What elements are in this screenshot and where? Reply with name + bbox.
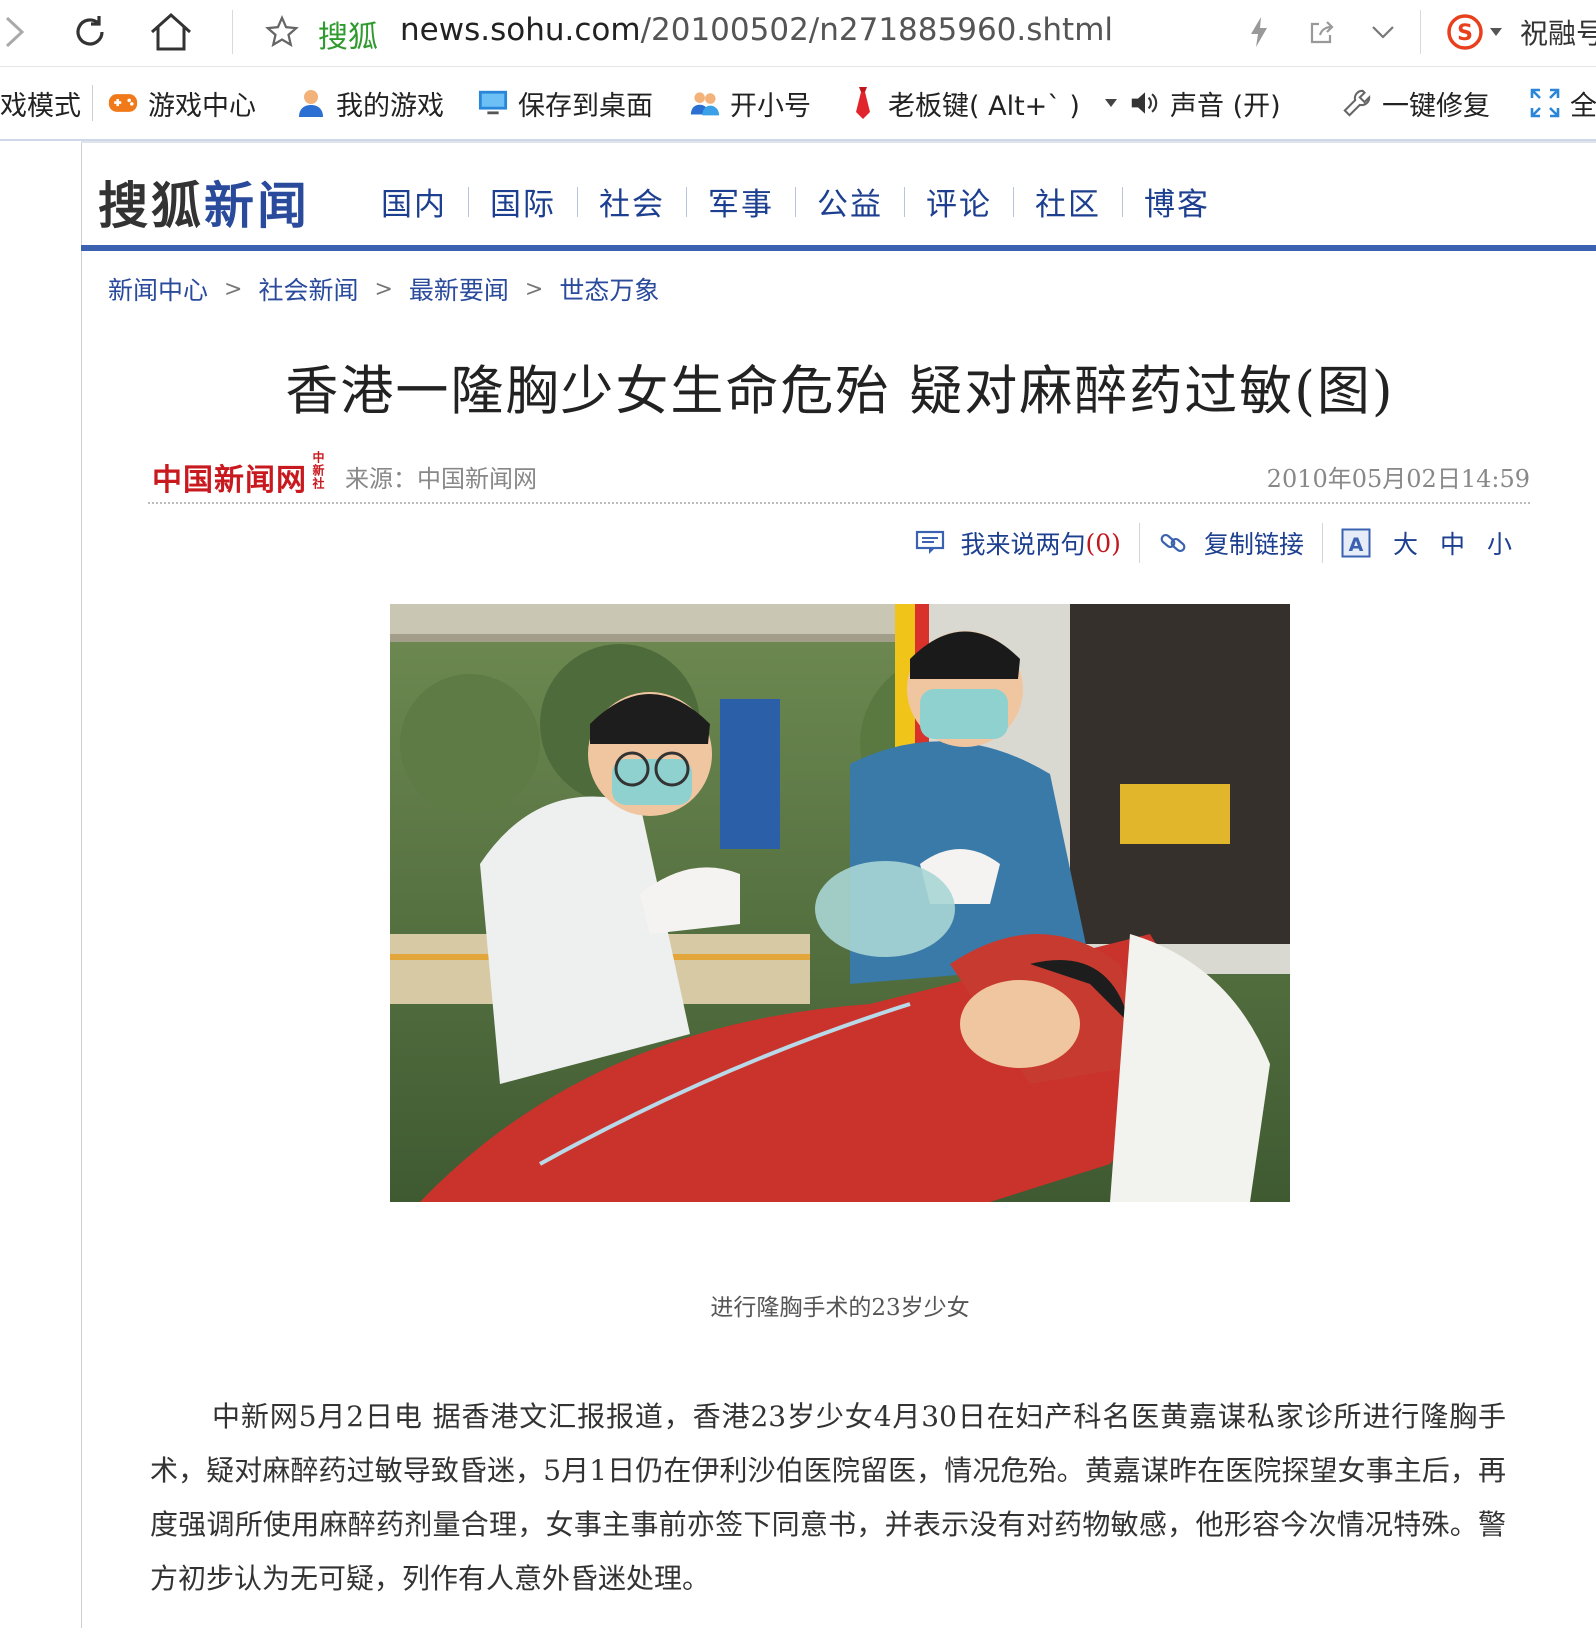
font-size-medium[interactable]: 中 <box>1440 525 1465 561</box>
nav-charity[interactable]: 公益 <box>796 179 904 224</box>
article-meta: 中国新闻网 中新社 来源：中国新闻网 2010年05月02日14:59 <box>150 445 1530 501</box>
fav-game-mode[interactable]: 戏模式 <box>0 83 81 123</box>
main-nav: 国内 国际 社会 军事 公益 评论 社区 博客 <box>360 179 1231 224</box>
browser-toolbar: 搜狐 news.sohu.com/20100502/n271885960.sht… <box>0 0 1596 67</box>
nav-commentary[interactable]: 评论 <box>905 179 1013 224</box>
fav-sound[interactable]: 声音 (开) <box>1130 83 1281 123</box>
fav-label: 开小号 <box>730 90 811 122</box>
font-size-small[interactable]: 小 <box>1487 525 1512 561</box>
chevron-right-icon: > <box>374 276 393 302</box>
svg-text:A: A <box>1349 534 1364 556</box>
reload-icon[interactable] <box>66 8 114 56</box>
article-body: 中新网5月2日电 据香港文汇报报道，香港23岁少女4月30日在妇产科名医黄嘉谋私… <box>150 1400 1506 1595</box>
nav-society[interactable]: 社会 <box>578 179 686 224</box>
fav-one-click-fix[interactable]: 一键修复 <box>1342 83 1490 123</box>
logo-news: 新闻 <box>204 176 310 235</box>
fav-sub-account[interactable]: 开小号 <box>690 83 811 123</box>
sogou-icon[interactable]: S <box>1444 8 1486 56</box>
article-source: 来源：中国新闻网 <box>345 465 537 493</box>
article-photo[interactable] <box>390 604 1290 1202</box>
url-path: /20100502/n271885960.shtml <box>640 12 1114 48</box>
photo-caption: 进行隆胸手术的23岁少女 <box>710 1295 970 1321</box>
page-top-border <box>81 141 1596 143</box>
nav-domestic[interactable]: 国内 <box>360 179 468 224</box>
gamepad-icon <box>108 88 138 118</box>
font-size-icon: A <box>1341 528 1371 558</box>
nav-community[interactable]: 社区 <box>1014 179 1122 224</box>
fav-label: 保存到桌面 <box>518 90 653 122</box>
copy-link-label: 复制链接 <box>1203 530 1304 559</box>
users-icon <box>690 88 720 118</box>
font-size-controls: A 大 中 小 <box>1323 525 1530 561</box>
fav-label: 戏模式 <box>0 90 81 122</box>
font-size-large[interactable]: 大 <box>1393 525 1418 561</box>
comment-button[interactable]: 我来说两句 (0) <box>897 525 1139 561</box>
fullscreen-icon <box>1530 88 1560 118</box>
svg-text:S: S <box>1457 21 1473 46</box>
fav-label: 声音 (开) <box>1170 90 1281 122</box>
tie-icon <box>848 87 878 119</box>
wrench-icon <box>1342 88 1372 118</box>
fav-label: 老板键( Alt+` ) <box>888 90 1080 122</box>
lightning-icon[interactable] <box>1244 8 1274 56</box>
fav-save-desktop[interactable]: 保存到桌面 <box>478 83 653 123</box>
link-icon <box>1158 528 1188 558</box>
fav-label: 一键修复 <box>1382 90 1490 122</box>
url-domain: news.sohu.com <box>400 12 641 48</box>
article-tools: 我来说两句 (0) 复制链接 A 大 中 小 <box>897 523 1531 563</box>
bookmark-star-icon[interactable] <box>262 8 302 56</box>
fav-game-center[interactable]: 游戏中心 <box>108 83 256 123</box>
page-content: 搜狐新闻 国内 国际 社会 军事 公益 评论 社区 博客 新闻中心 > 社会新闻… <box>0 141 1596 1628</box>
comment-icon <box>915 530 945 556</box>
speaker-icon <box>1130 88 1160 118</box>
fav-fullscreen[interactable]: 全 <box>1530 83 1596 123</box>
share-icon[interactable] <box>1304 8 1340 56</box>
chinanews-logo[interactable]: 中国新闻网 中新社 <box>152 451 361 499</box>
chinanews-logo-text: 中国新闻网 <box>152 463 307 498</box>
breadcrumb: 新闻中心 > 社会新闻 > 最新要闻 > 世态万象 <box>108 271 659 307</box>
breadcrumb-news-center[interactable]: 新闻中心 <box>108 271 208 307</box>
copy-link-button[interactable]: 复制链接 <box>1140 525 1322 561</box>
monitor-icon <box>478 88 508 118</box>
extension-label[interactable]: 祝融号 <box>1520 12 1596 52</box>
user-icon <box>296 88 326 118</box>
comment-count: (0) <box>1085 528 1121 558</box>
nav-divider <box>81 245 1596 251</box>
forward-icon[interactable] <box>0 8 30 56</box>
sohu-news-logo[interactable]: 搜狐新闻 <box>98 166 310 238</box>
breadcrumb-society-news[interactable]: 社会新闻 <box>258 271 358 307</box>
url-site-label[interactable]: 搜狐 <box>318 12 378 56</box>
chevron-right-icon: > <box>224 276 243 302</box>
fav-label: 我的游戏 <box>336 90 444 122</box>
article-title: 香港一隆胸少女生命危殆 疑对麻醉药过敏(图) <box>285 361 1395 422</box>
nav-international[interactable]: 国际 <box>469 179 577 224</box>
url-input[interactable]: news.sohu.com/20100502/n271885960.shtml <box>400 12 1113 48</box>
breadcrumb-world-affairs[interactable]: 世态万象 <box>559 271 659 307</box>
fav-label: 全 <box>1570 90 1596 122</box>
favorites-bar: 戏模式 游戏中心 我的游戏 保存到桌面 开小号 老板键( Alt+` ) 声音 … <box>0 67 1596 141</box>
nav-blog[interactable]: 博客 <box>1123 179 1231 224</box>
caret-down-icon[interactable] <box>1104 98 1118 108</box>
fav-my-games[interactable]: 我的游戏 <box>296 83 444 123</box>
fav-boss-key[interactable]: 老板键( Alt+` ) <box>848 83 1118 123</box>
photo-illustration <box>390 604 1290 1202</box>
breadcrumb-top-news[interactable]: 最新要闻 <box>409 271 509 307</box>
chevron-right-icon: > <box>524 276 544 302</box>
logo-sohu: 搜狐 <box>98 176 204 235</box>
fav-label: 游戏中心 <box>148 90 256 122</box>
meta-divider <box>148 502 1530 504</box>
nav-military[interactable]: 军事 <box>687 179 795 224</box>
chinanews-logo-small: 中新社 <box>311 451 325 490</box>
article-date: 2010年05月02日14:59 <box>1266 465 1530 493</box>
comment-label: 我来说两句 <box>960 530 1086 559</box>
caret-down-icon[interactable] <box>1488 8 1504 56</box>
chevron-down-icon[interactable] <box>1368 8 1398 56</box>
home-icon[interactable] <box>146 8 196 56</box>
